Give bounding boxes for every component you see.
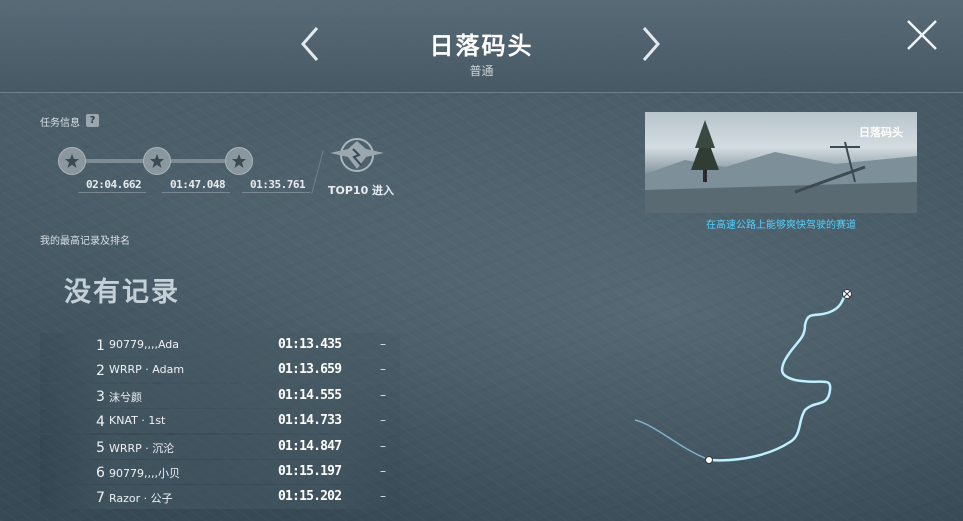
medal-progress: 02:04.662 01:47.048 01:35.761 xyxy=(58,147,310,197)
extra-value: – xyxy=(380,463,386,478)
medal-time-2: 01:47.048 xyxy=(170,178,226,191)
lap-time: 01:14.555 xyxy=(278,387,342,403)
next-track-button[interactable] xyxy=(641,26,661,62)
help-icon[interactable]: ? xyxy=(86,114,99,127)
header-bar: 日落码头 普通 xyxy=(0,0,963,93)
previous-track-button[interactable] xyxy=(300,26,320,62)
mission-info-label: 任务信息 xyxy=(40,118,80,129)
time-underline xyxy=(242,192,310,193)
start-marker-icon xyxy=(705,456,713,464)
track-preview-image: 日落码头 xyxy=(645,112,917,213)
no-record-text: 没有记录 xyxy=(64,277,180,308)
time-underline xyxy=(162,192,230,193)
extra-value: – xyxy=(380,362,386,377)
lap-time: 01:13.659 xyxy=(278,362,342,378)
track-description: 在高速公路上能够爽快驾驶的赛道 xyxy=(706,220,856,231)
star-medal-3 xyxy=(225,147,253,175)
rank-number: 7 xyxy=(96,490,105,507)
extra-value: – xyxy=(380,387,386,402)
star-icon xyxy=(150,154,164,168)
lap-time: 01:15.202 xyxy=(278,489,342,505)
my-record-label: 我的最高记录及排名 xyxy=(40,236,130,247)
medal-time-3: 01:35.761 xyxy=(250,178,306,191)
time-underline xyxy=(78,192,146,193)
rank-number: 5 xyxy=(96,439,105,456)
top10-label: TOP10 进入 xyxy=(328,184,395,197)
star-medal-2 xyxy=(143,147,171,175)
star-icon xyxy=(65,154,79,168)
extra-value: – xyxy=(380,489,386,504)
difficulty-label: 普通 xyxy=(469,64,494,78)
player-name: KNAT · 1st xyxy=(109,414,166,428)
player-name: 90779,,,,小贝 xyxy=(109,466,180,480)
rank-number: 2 xyxy=(96,363,105,380)
medal-time-1: 02:04.662 xyxy=(86,178,142,191)
leaderboard-row[interactable]: 5 WRRP · 沉沦 01:14.847 – xyxy=(40,434,400,459)
player-name: Razor · 公子 xyxy=(109,492,173,506)
player-name: 90779,,,,Ada xyxy=(109,338,180,351)
preview-title: 日落码头 xyxy=(859,126,903,139)
rank-number: 3 xyxy=(96,388,105,405)
star-icon xyxy=(232,154,246,168)
leaderboard-row[interactable]: 1 90779,,,,Ada 01:13.435 – xyxy=(40,333,400,357)
chevron-right-icon xyxy=(642,27,660,61)
track-route xyxy=(708,294,847,462)
lap-time: 01:15.197 xyxy=(278,463,342,479)
player-name: WRRP · 沉沦 xyxy=(109,441,175,455)
leaderboard-row[interactable]: 7 Razor · 公子 01:15.202 – xyxy=(40,485,400,510)
player-name: 沫兮颜 xyxy=(109,390,142,404)
rank-number: 6 xyxy=(96,464,105,481)
close-button[interactable] xyxy=(905,18,939,52)
leaderboard: 1 90779,,,,Ada 01:13.435 – 2 WRRP · Adam… xyxy=(40,333,400,511)
player-name: WRRP · Adam xyxy=(109,363,185,377)
leaderboard-row[interactable]: 6 90779,,,,小贝 01:15.197 – xyxy=(40,459,400,484)
leaderboard-row[interactable]: 2 WRRP · Adam 01:13.659 – xyxy=(40,358,400,383)
close-icon xyxy=(907,20,937,50)
leaderboard-row[interactable]: 4 KNAT · 1st 01:14.733 – xyxy=(40,409,400,434)
extra-value: – xyxy=(380,438,386,453)
track-title: 日落码头 xyxy=(429,32,534,60)
rank-number: 1 xyxy=(96,338,105,354)
rank-number: 4 xyxy=(96,414,105,431)
star-medal-1 xyxy=(58,147,86,175)
leaderboard-row[interactable]: 3 沫兮颜 01:14.555 – xyxy=(40,383,400,408)
finish-flag-icon xyxy=(842,289,852,299)
track-map xyxy=(634,289,852,464)
lap-time: 01:14.847 xyxy=(278,438,342,454)
lap-time: 01:13.435 xyxy=(278,337,342,352)
chevron-left-icon xyxy=(301,27,319,61)
lap-time: 01:14.733 xyxy=(278,413,342,429)
extra-value: – xyxy=(380,337,386,351)
track-approach-line xyxy=(634,419,706,459)
top10-emblem-icon xyxy=(330,138,384,172)
extra-value: – xyxy=(380,413,386,428)
